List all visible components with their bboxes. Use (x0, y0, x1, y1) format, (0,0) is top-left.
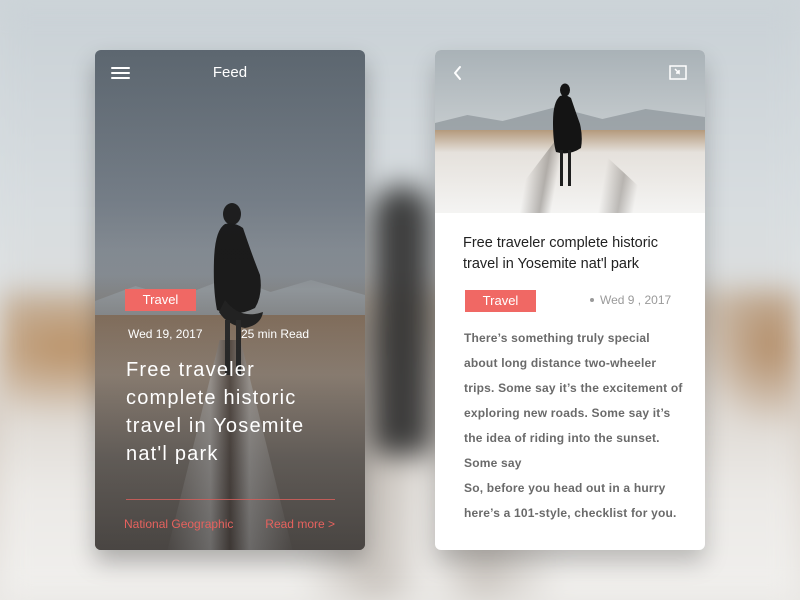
date-bullet-dot (590, 297, 594, 302)
share-box-icon[interactable] (669, 65, 687, 80)
article-paragraph: So, before you head out in a hurry here’… (464, 481, 677, 520)
category-tag[interactable]: Travel (465, 290, 536, 312)
article-paragraph: There’s something truly special about lo… (464, 331, 683, 470)
source-link[interactable]: National Geographic (124, 517, 233, 531)
article-date-text: Wed 9 , 2017 (600, 293, 672, 307)
walking-woman-figure (553, 83, 582, 186)
article-date: Wed 9 , 2017 (590, 293, 671, 307)
category-tag[interactable]: Travel (125, 289, 196, 311)
feed-header-title: Feed (212, 64, 248, 81)
article-body: There’s something truly special about lo… (464, 326, 686, 526)
article-card: Free traveler complete historic travel i… (435, 50, 705, 550)
article-title: Free traveler complete historic travel i… (463, 235, 659, 272)
post-date: Wed 19, 2017 (128, 327, 203, 341)
read-time: 25 min Read (241, 327, 310, 341)
background-walking-figure (372, 185, 432, 455)
feed-divider (126, 499, 335, 500)
chevron-left-icon[interactable] (451, 64, 465, 82)
read-more-link[interactable]: Read more > (265, 517, 335, 531)
background-brush-right (700, 290, 800, 430)
article-hero-image (435, 50, 705, 213)
feed-headline[interactable]: Free traveler complete historic travel i… (126, 356, 346, 468)
feed-card[interactable]: Feed Travel Wed 19, 2017 25 min Read Fre… (95, 50, 365, 550)
